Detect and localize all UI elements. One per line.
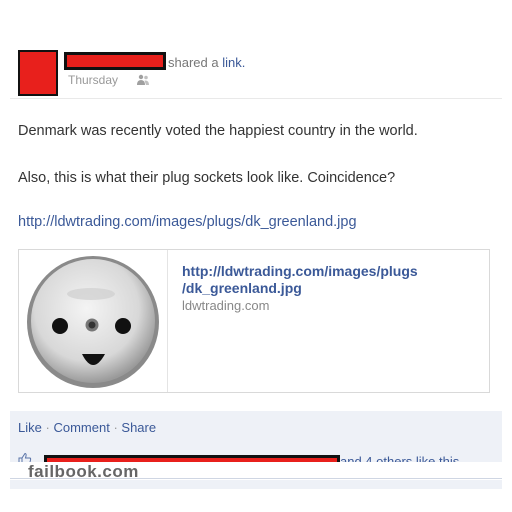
action-separator: · bbox=[113, 420, 118, 435]
link-attachment[interactable]: http://ldwtrading.com/images/plugs /dk_g… bbox=[18, 249, 490, 393]
people-icon bbox=[137, 74, 149, 85]
plug-socket-thumbnail[interactable] bbox=[19, 250, 168, 392]
failbook-watermark: failbook.com bbox=[28, 462, 139, 481]
avatar-redacted[interactable] bbox=[18, 50, 58, 96]
post-message-line-1: Denmark was recently voted the happiest … bbox=[18, 123, 418, 139]
link-link[interactable]: link. bbox=[222, 55, 245, 70]
like-action[interactable]: Like bbox=[18, 420, 42, 435]
attachment-domain: ldwtrading.com bbox=[182, 298, 270, 313]
action-separator: · bbox=[45, 420, 50, 435]
share-action[interactable]: Share bbox=[121, 420, 156, 435]
plug-socket-image bbox=[27, 256, 159, 388]
author-name-redacted[interactable] bbox=[64, 52, 166, 70]
post-timestamp[interactable]: Thursday bbox=[68, 73, 118, 87]
attachment-link[interactable]: http://ldwtrading.com/images/plugs /dk_g… bbox=[182, 263, 472, 297]
post-url-link[interactable]: http://ldwtrading.com/images/plugs/dk_gr… bbox=[18, 214, 357, 230]
post-actions: Like · Comment · Share bbox=[18, 420, 156, 435]
facebook-post: shared a link. Thursday Denmark was rece… bbox=[0, 0, 512, 512]
shared-a-link-text: shared a link. bbox=[168, 55, 246, 70]
attachment-link-line-2[interactable]: /dk_greenland.jpg bbox=[182, 280, 472, 297]
comment-action[interactable]: Comment bbox=[53, 420, 109, 435]
attachment-link-line-1[interactable]: http://ldwtrading.com/images/plugs bbox=[182, 263, 472, 280]
header-divider bbox=[10, 98, 502, 99]
post-message-line-2: Also, this is what their plug sockets lo… bbox=[18, 170, 396, 186]
